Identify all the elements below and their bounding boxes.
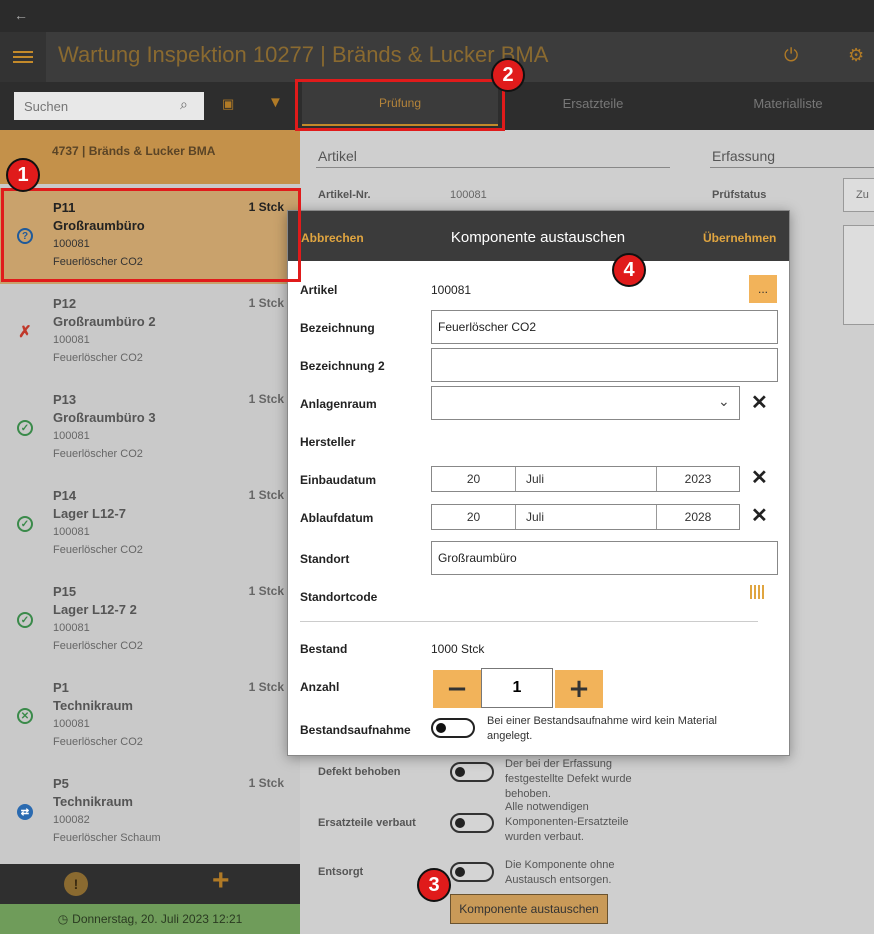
sidebar-footer [0,864,300,904]
replace-component-button[interactable]: Komponente austauschen [450,894,608,924]
toggle-label-ersatzteile-verbaut: Ersatzteile verbaut [318,817,416,829]
pruefstatus-label: Prüfstatus [712,189,767,201]
bestand-value: 1000 Stck [431,642,485,656]
standort-label: Standort [300,552,350,566]
ablaufdatum-picker[interactable]: 20 Juli 2028 [431,504,740,530]
list-item-p1[interactable]: ✕ P1 1 Stck Technikraum 100081 Feuerlösc… [0,668,300,764]
settings-icon[interactable]: ⚙ [848,45,864,66]
toggle-defekt-behoben[interactable] [450,762,494,782]
notes-textarea[interactable] [843,225,874,325]
date-year[interactable]: 2028 [657,505,739,529]
list-item-p5[interactable]: ⇄ P5 1 Stck Technikraum 100082 Feuerlösc… [0,764,300,860]
toggle-ersatzteile-verbaut[interactable] [450,813,494,833]
swap-icon: ⇄ [17,804,33,820]
artikel-nr-value: 100081 [450,189,487,201]
artikel-nr-label: Artikel-Nr. [318,189,371,201]
status-datetime: Donnerstag, 20. Juli 2023 12:21 [72,912,243,926]
callout-badge: 2 [491,58,525,92]
bezeichnung2-label: Bezeichnung 2 [300,359,385,373]
info-icon[interactable]: ! [64,872,88,896]
check-icon: ✓ [17,612,33,628]
search-input[interactable] [14,92,204,120]
tab-ersatzteile[interactable]: Ersatzteile [520,96,666,111]
toggle-label-entsorgt: Entsorgt [318,866,364,878]
date-day[interactable]: 20 [432,505,516,529]
callout-badge: 1 [6,158,40,192]
date-month[interactable]: Juli [516,505,657,529]
clear-einbaudatum-icon[interactable]: ✕ [751,468,768,488]
standortcode-label: Standortcode [300,590,378,604]
list-item-p12[interactable]: ✗ P12 1 Stck Großraumbüro 2 100081 Feuer… [0,284,300,380]
dialog-title: Komponente austauschen [450,229,626,246]
page-title: Wartung Inspektion 10277 | Bränds & Luck… [58,42,549,67]
list-item-p14[interactable]: ✓ P14 1 Stck Lager L12-7 100081 Feuerlös… [0,476,300,572]
toggle-note: Alle notwendigen Komponenten-Ersatzteile… [505,801,629,843]
date-day[interactable]: 20 [432,467,516,491]
date-month[interactable]: Juli [516,467,657,491]
window-titlebar [0,0,874,32]
defect-icon: ✗ [18,324,32,341]
filter-icon[interactable]: ▼ [268,94,283,111]
replace-component-dialog: Abbrechen Komponente austauschen Überneh… [287,210,790,756]
toggle-label-defekt-behoben: Defekt behoben [318,766,401,778]
hersteller-label: Hersteller [300,435,356,449]
add-icon[interactable]: + [212,864,230,898]
divider [710,167,874,168]
tab-materialliste[interactable]: Materialliste [712,96,864,111]
highlight-box [295,79,505,131]
search-icon[interactable]: ⌕ [180,96,188,113]
callout-badge: 3 [417,868,451,902]
toggle-entsorgt[interactable] [450,862,494,882]
anlagenraum-select[interactable] [431,386,740,420]
highlight-box [1,188,301,282]
barcode-icon[interactable] [750,585,766,599]
clear-ablaufdatum-icon[interactable]: ✕ [751,506,768,526]
anzahl-label: Anzahl [300,680,340,694]
clock-icon: ◷ [57,912,69,926]
toggle-note: Die Komponente ohne Austausch entsorgen. [505,859,615,886]
check-icon: ✓ [17,516,33,532]
bestand-label: Bestand [300,642,348,656]
back-arrow-icon[interactable]: ← [14,7,28,23]
standort-input[interactable] [431,541,778,575]
apply-button[interactable]: Übernehmen [703,231,776,245]
browse-article-button[interactable]: ... [749,275,777,303]
divider [300,621,758,622]
list-item-p15[interactable]: ✓ P15 1 Stck Lager L12-7 2 100081 Feuerl… [0,572,300,668]
einbaudatum-label: Einbaudatum [300,473,377,487]
ablaufdatum-label: Ablaufdatum [300,511,374,525]
cross-icon: ✕ [17,708,33,724]
increment-button[interactable]: + [555,670,603,708]
hamburger-menu-icon[interactable] [0,32,46,82]
bestandsaufnahme-toggle[interactable] [431,718,475,738]
list-item-p13[interactable]: ✓ P13 1 Stck Großraumbüro 3 100081 Feuer… [0,380,300,476]
date-year[interactable]: 2023 [657,467,739,491]
toggle-note: Der bei der Erfassung festgestellte Defe… [505,758,632,800]
status-bar: ◷ Donnerstag, 20. Juli 2023 12:21 [0,904,300,934]
decrement-button[interactable]: − [433,670,481,708]
chevron-down-icon: ⌄ [718,393,730,409]
power-icon[interactable]: ⏻ [784,45,798,66]
divider [316,167,670,168]
check-icon: ✓ [17,420,33,436]
artikel-value: 100081 [431,283,472,297]
list-icon[interactable]: ▣ [222,96,234,112]
bezeichnung2-input[interactable] [431,348,778,382]
customer-header[interactable]: 4737 | Bränds & Lucker BMA [0,130,300,184]
clear-anlagenraum-icon[interactable]: ✕ [751,393,768,413]
bezeichnung-input[interactable] [431,310,778,344]
artikel-label: Artikel [300,283,338,297]
bezeichnung-label: Bezeichnung [300,321,375,335]
section-title-erfassung: Erfassung [712,148,776,164]
pruefstatus-select[interactable]: Zu [843,178,874,212]
quantity-input[interactable] [481,668,553,708]
callout-badge: 4 [612,253,646,287]
bestandsaufnahme-label: Bestandsaufnahme [300,723,411,737]
einbaudatum-picker[interactable]: 20 Juli 2023 [431,466,740,492]
bestandsaufnahme-note: Bei einer Bestandsaufnahme wird kein Mat… [487,715,717,742]
anlagenraum-label: Anlagenraum [300,397,377,411]
cancel-button[interactable]: Abbrechen [301,231,364,245]
section-title-artikel: Artikel [318,148,357,164]
